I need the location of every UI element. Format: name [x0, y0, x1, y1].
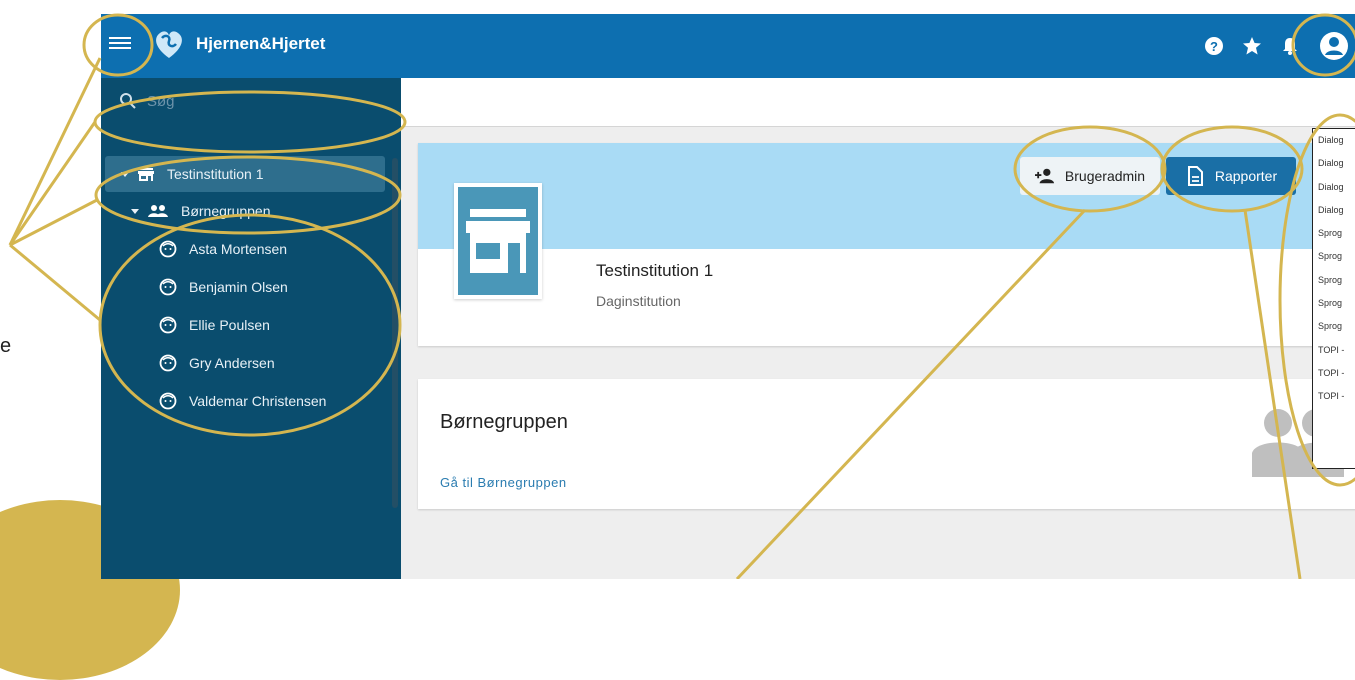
report-menu-item[interactable]: Sprog — [1313, 269, 1355, 292]
sidebar-item-label: Ellie Poulsen — [189, 317, 270, 333]
user-admin-button[interactable]: Brugeradmin — [1020, 157, 1160, 195]
report-menu-item[interactable]: Sprog — [1313, 222, 1355, 245]
document-icon — [1187, 166, 1203, 186]
user-admin-label: Brugeradmin — [1064, 168, 1146, 184]
brand-name: Hjernen&Hjertet — [196, 34, 326, 53]
child-face-icon — [159, 316, 177, 334]
report-menu-item[interactable]: Dialog — [1313, 176, 1355, 199]
report-menu-item[interactable]: TOPI - — [1313, 362, 1355, 385]
report-menu-item[interactable]: Dialog — [1313, 129, 1355, 152]
clipped-side-text: e — [0, 335, 12, 357]
child-face-icon — [159, 354, 177, 372]
account-icon[interactable] — [1315, 27, 1353, 65]
svg-text:?: ? — [1210, 39, 1218, 54]
sidebar-item-label: Gry Andersen — [189, 355, 275, 371]
bell-icon[interactable] — [1277, 33, 1303, 59]
brand-logo-icon — [156, 31, 182, 58]
reports-button[interactable]: Rapporter — [1166, 157, 1296, 195]
report-menu-item[interactable]: Dialog — [1313, 199, 1355, 222]
top-app-bar: Hjernen&Hjertet ? — [101, 14, 1355, 78]
annotation-line — [9, 243, 101, 322]
report-menu-item[interactable]: Dialog — [1313, 152, 1355, 175]
report-menu-item[interactable]: TOPI - — [1313, 385, 1355, 408]
search-bar — [101, 78, 401, 124]
institution-avatar — [454, 183, 542, 299]
sidebar-item-child[interactable]: Ellie Poulsen — [101, 306, 401, 344]
main-content: Testinstitution 1 Daginstitution Brugera… — [401, 78, 1355, 579]
annotation-line — [8, 57, 102, 246]
sidebar-item-label: Valdemar Christensen — [189, 393, 327, 409]
app-window: Hjernen&Hjertet ? Testinstitut — [101, 14, 1355, 579]
sidebar-item-child[interactable]: Gry Andersen — [101, 344, 401, 382]
hamburger-menu-icon[interactable] — [109, 34, 131, 56]
child-face-icon — [159, 240, 177, 258]
annotation-line — [9, 198, 98, 247]
store-icon — [466, 209, 530, 273]
sidebar-item-child[interactable]: Valdemar Christensen — [101, 382, 401, 420]
sidebar-tree: Testinstitution 1 Børnegruppen Asta Mort… — [101, 156, 401, 420]
sidebar-item-institution[interactable]: Testinstitution 1 — [105, 156, 385, 192]
reports-dropdown: Dialog Dialog Dialog Dialog Sprog Sprog … — [1312, 128, 1355, 469]
institution-name: Testinstitution 1 — [596, 261, 714, 280]
child-face-icon — [159, 278, 177, 296]
group-link[interactable]: Gå til Børnegruppen — [440, 475, 567, 490]
help-icon[interactable]: ? — [1201, 33, 1227, 59]
group-title: Børnegruppen — [440, 411, 568, 433]
report-menu-item[interactable]: Sprog — [1313, 245, 1355, 268]
institution-card: Testinstitution 1 Daginstitution Brugera… — [418, 143, 1355, 346]
sidebar-item-label: Testinstitution 1 — [167, 166, 264, 182]
expand-caret-icon[interactable] — [131, 208, 139, 214]
sidebar-item-group[interactable]: Børnegruppen — [101, 192, 401, 230]
star-icon[interactable] — [1239, 33, 1265, 59]
sidebar-item-label: Benjamin Olsen — [189, 279, 288, 295]
sidebar-item-label: Børnegruppen — [181, 203, 271, 219]
store-icon — [138, 168, 154, 181]
add-person-icon — [1034, 168, 1055, 184]
search-input[interactable] — [145, 89, 389, 113]
child-face-icon — [159, 392, 177, 410]
report-menu-item[interactable]: Sprog — [1313, 292, 1355, 315]
sidebar-item-child[interactable]: Benjamin Olsen — [101, 268, 401, 306]
expand-caret-icon[interactable] — [121, 171, 129, 177]
sidebar-item-label: Asta Mortensen — [189, 241, 288, 257]
reports-label: Rapporter — [1214, 168, 1278, 184]
annotation-line — [8, 121, 97, 246]
sidebar: Testinstitution 1 Børnegruppen Asta Mort… — [101, 78, 401, 579]
report-menu-item[interactable]: TOPI - — [1313, 339, 1355, 362]
search-icon — [120, 93, 136, 109]
institution-type: Daginstitution — [596, 293, 681, 309]
group-card: Børnegruppen Gå til Børnegruppen — [418, 379, 1355, 509]
content-header — [401, 78, 1355, 127]
report-menu-item[interactable]: Sprog — [1313, 315, 1355, 338]
group-icon — [148, 205, 168, 217]
sidebar-scrollbar[interactable] — [392, 158, 398, 508]
sidebar-item-child[interactable]: Asta Mortensen — [101, 230, 401, 268]
